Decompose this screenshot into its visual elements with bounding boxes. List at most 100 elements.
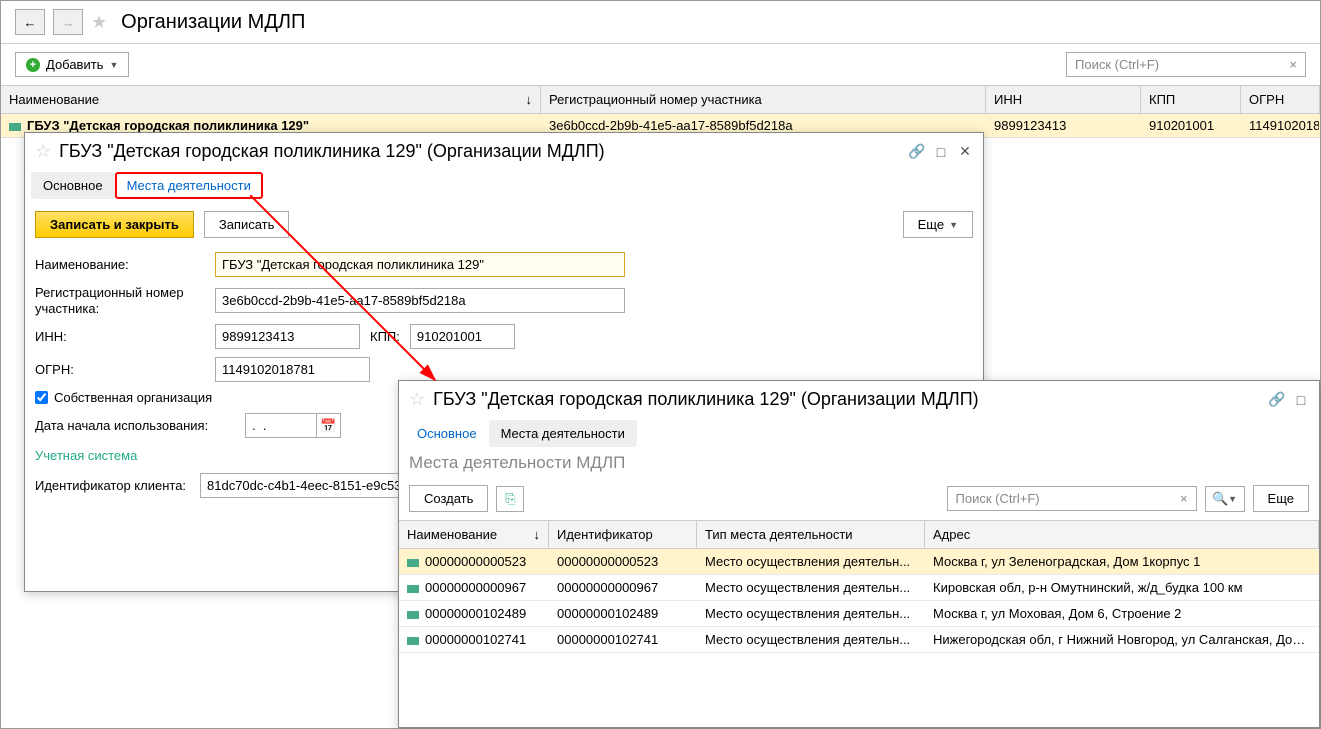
cell-name: 00000000000523	[399, 549, 549, 574]
cell-ogrn: 1149102018781	[1241, 114, 1320, 137]
client-id-input[interactable]	[200, 473, 415, 498]
dialog2-tabs: Основное Места деятельности	[399, 418, 1319, 449]
main-header: ← → ★ Организации МДЛП	[1, 1, 1320, 44]
search-input[interactable]: Поиск (Ctrl+F) ×	[1066, 52, 1306, 77]
tab-places[interactable]: Места деятельности	[115, 172, 263, 199]
col-inn[interactable]: ИНН	[986, 86, 1141, 113]
cell-type: Место осуществления деятельн...	[697, 549, 925, 574]
label-own: Собственная организация	[54, 390, 212, 405]
cell-type: Место осуществления деятельн...	[697, 575, 925, 600]
cell-id: 00000000102741	[549, 627, 697, 652]
link-icon[interactable]: 🔗	[1269, 392, 1285, 408]
kpp-input[interactable]	[410, 324, 515, 349]
col-name[interactable]: Наименование↓	[1, 86, 541, 113]
maximize-icon[interactable]: □	[1293, 392, 1309, 408]
label-reg: Регистрационный номер участника:	[35, 285, 205, 316]
favorite-star-icon[interactable]: ★	[91, 12, 107, 33]
col-ogrn[interactable]: ОГРН	[1241, 86, 1320, 113]
col-name[interactable]: Наименование↓	[399, 521, 549, 548]
table-row[interactable]: 00000000000523 00000000000523 Место осущ…	[399, 549, 1319, 575]
cell-addr: Нижегородская обл, г Нижний Новгород, ул…	[925, 627, 1319, 652]
table-row[interactable]: 00000000000967 00000000000967 Место осущ…	[399, 575, 1319, 601]
reg-input[interactable]	[215, 288, 625, 313]
own-checkbox[interactable]	[35, 391, 48, 404]
favorite-star-icon[interactable]: ☆	[409, 389, 425, 410]
label-name: Наименование:	[35, 257, 205, 272]
cell-inn: 9899123413	[986, 114, 1141, 137]
cell-id: 00000000000523	[549, 549, 697, 574]
inn-input[interactable]	[215, 324, 360, 349]
label-inn: ИНН:	[35, 329, 205, 344]
nav-forward-button[interactable]: →	[53, 9, 83, 35]
tab-main[interactable]: Основное	[31, 172, 115, 199]
row-icon	[407, 585, 419, 593]
label-client-id: Идентификатор клиента:	[35, 478, 190, 493]
cell-name: 00000000102741	[399, 627, 549, 652]
cell-addr: Кировская обл, р-н Омутнинский, ж/д_будк…	[925, 575, 1319, 600]
col-type[interactable]: Тип места деятельности	[697, 521, 925, 548]
more-button[interactable]: Еще	[1253, 485, 1309, 512]
maximize-icon[interactable]: □	[933, 144, 949, 160]
places-table-header: Наименование↓ Идентификатор Тип места де…	[399, 520, 1319, 549]
more-button[interactable]: Еще▼	[903, 211, 973, 238]
search-placeholder: Поиск (Ctrl+F)	[1075, 57, 1159, 72]
ogrn-input[interactable]	[215, 357, 370, 382]
col-addr[interactable]: Адрес	[925, 521, 1319, 548]
dialog1-toolbar: Записать и закрыть Записать Еще▼	[25, 201, 983, 248]
cell-addr: Москва г, ул Зеленоградская, Дом 1корпус…	[925, 549, 1319, 574]
chevron-down-icon: ▼	[1228, 494, 1237, 504]
close-icon[interactable]: ✕	[957, 144, 973, 160]
col-id[interactable]: Идентификатор	[549, 521, 697, 548]
sort-icon: ↓	[534, 527, 541, 542]
create-button[interactable]: Создать	[409, 485, 488, 512]
row-icon	[407, 559, 419, 567]
label-ogrn: ОГРН:	[35, 362, 205, 377]
label-kpp: КПП:	[370, 329, 400, 344]
table-header: Наименование↓ Регистрационный номер учас…	[1, 85, 1320, 114]
save-button[interactable]: Записать	[204, 211, 290, 238]
date-input[interactable]: 📅	[245, 413, 341, 438]
cell-id: 00000000102489	[549, 601, 697, 626]
dialog1-title: ГБУЗ "Детская городская поликлиника 129"…	[59, 141, 901, 162]
search-dropdown-button[interactable]: 🔍▼	[1205, 486, 1245, 512]
col-reg[interactable]: Регистрационный номер участника	[541, 86, 986, 113]
table-row[interactable]: 00000000102489 00000000102489 Место осущ…	[399, 601, 1319, 627]
table-row[interactable]: 00000000102741 00000000102741 Место осущ…	[399, 627, 1319, 653]
section-places-title: Места деятельности МДЛП	[399, 449, 1319, 477]
sort-icon: ↓	[526, 92, 533, 107]
page-title: Организации МДЛП	[121, 11, 305, 34]
dialog2-toolbar: Создать ⎘ Поиск (Ctrl+F) × 🔍▼ Еще	[399, 477, 1319, 520]
dialog2-title: ГБУЗ "Детская городская поликлиника 129"…	[433, 389, 1261, 410]
row-icon	[407, 611, 419, 619]
dialog2-header: ☆ ГБУЗ "Детская городская поликлиника 12…	[399, 381, 1319, 418]
link-icon[interactable]: 🔗	[909, 144, 925, 160]
cell-addr: Москва г, ул Моховая, Дом 6, Строение 2	[925, 601, 1319, 626]
add-button-label: Добавить	[46, 57, 103, 72]
cell-type: Место осуществления деятельн...	[697, 627, 925, 652]
clear-icon[interactable]: ×	[1180, 491, 1188, 506]
name-input[interactable]	[215, 252, 625, 277]
row-icon	[9, 123, 21, 131]
row-icon	[407, 637, 419, 645]
cell-type: Место осуществления деятельн...	[697, 601, 925, 626]
add-button[interactable]: + Добавить ▼	[15, 52, 129, 77]
places-dialog: ☆ ГБУЗ "Детская городская поликлиника 12…	[398, 380, 1320, 728]
plus-icon: +	[26, 58, 40, 72]
cell-name: 00000000000967	[399, 575, 549, 600]
tab-main[interactable]: Основное	[405, 420, 489, 447]
cell-name: 00000000102489	[399, 601, 549, 626]
favorite-star-icon[interactable]: ☆	[35, 141, 51, 162]
main-toolbar: + Добавить ▼ Поиск (Ctrl+F) ×	[1, 44, 1320, 85]
clear-icon[interactable]: ×	[1289, 57, 1297, 72]
copy-icon: ⎘	[505, 491, 515, 507]
dialog1-header: ☆ ГБУЗ "Детская городская поликлиника 12…	[25, 133, 983, 170]
col-kpp[interactable]: КПП	[1141, 86, 1241, 113]
calendar-icon[interactable]: 📅	[316, 414, 340, 437]
places-search-input[interactable]: Поиск (Ctrl+F) ×	[947, 486, 1197, 511]
tab-places[interactable]: Места деятельности	[489, 420, 637, 447]
copy-icon-button[interactable]: ⎘	[496, 486, 524, 512]
save-close-button[interactable]: Записать и закрыть	[35, 211, 194, 238]
dialog1-tabs: Основное Места деятельности	[25, 170, 983, 201]
nav-back-button[interactable]: ←	[15, 9, 45, 35]
chevron-down-icon: ▼	[949, 220, 958, 230]
